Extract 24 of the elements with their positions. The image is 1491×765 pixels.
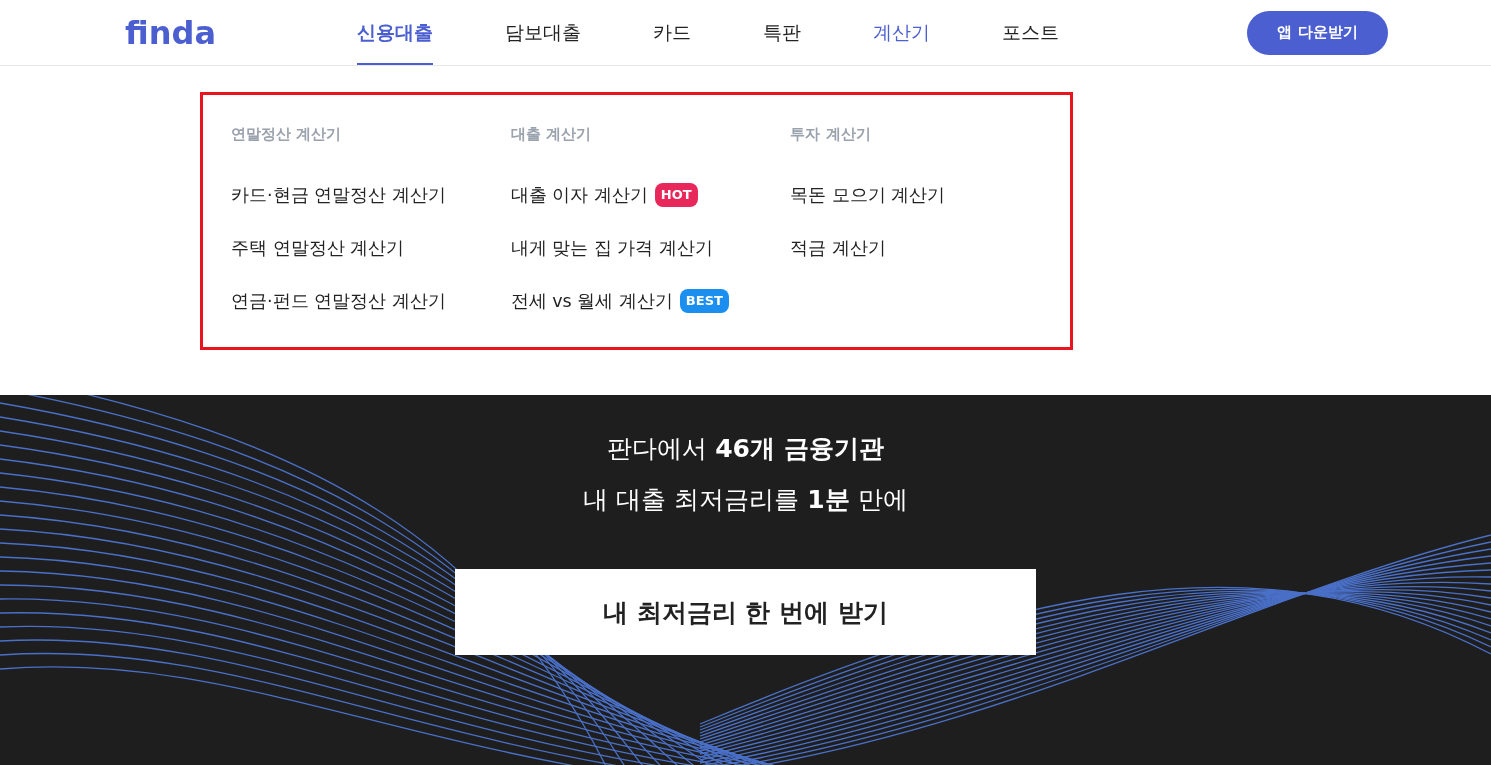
column-heading: 연말정산 계산기 — [231, 125, 343, 145]
nav-tab[interactable]: 신용대출 — [357, 0, 433, 65]
app-download-button[interactable]: 앱 다운받기 — [1247, 10, 1388, 55]
menu-link[interactable]: 카드·현금 연말정산 계산기 — [231, 183, 446, 207]
nav-tab[interactable]: 카드 — [653, 0, 691, 65]
menu-link[interactable]: 목돈 모으기 계산기 — [790, 183, 946, 207]
nav-tab[interactable]: 포스트 — [1002, 0, 1059, 65]
finda-logo[interactable]: finda — [125, 13, 217, 52]
hero-text: 내 대출 최저금리를 1분 만에 — [583, 484, 908, 516]
column-heading: 대출 계산기 — [510, 125, 592, 145]
menu-link[interactable]: 연금·펀드 연말정산 계산기 — [231, 289, 446, 313]
menu-link[interactable]: 적금 계산기 — [790, 236, 886, 260]
badge: HOT — [654, 183, 698, 207]
nav-tab[interactable]: 계산기 — [873, 0, 930, 65]
badge: BEST — [679, 289, 729, 313]
column-heading: 투자 계산기 — [790, 125, 872, 145]
menu-link[interactable]: 전세 vs 월세 계산기 — [510, 289, 673, 313]
cta-button[interactable]: 내 최저금리 한 번에 받기 — [455, 569, 1036, 655]
menu-link[interactable]: 내게 맞는 집 가격 계산기 — [510, 236, 713, 260]
nav-tab[interactable]: 담보대출 — [505, 0, 581, 65]
hero-text: 판다에서 46개 금융기관 — [607, 433, 884, 465]
menu-link[interactable]: 대출 이자 계산기 — [510, 183, 648, 207]
menu-link[interactable]: 주택 연말정산 계산기 — [231, 236, 405, 260]
nav-tab[interactable]: 특판 — [763, 0, 801, 65]
